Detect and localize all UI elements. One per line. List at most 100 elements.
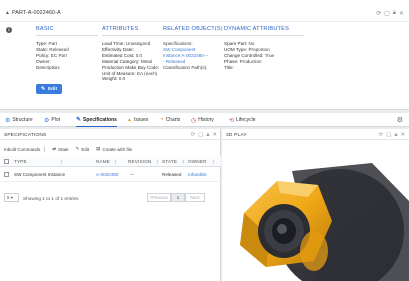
plot-icon: ⚙ (44, 117, 50, 124)
settings-gear-icon[interactable]: ⚙ (397, 116, 403, 124)
col-revision-header[interactable]: REVISION (128, 159, 152, 164)
cell-name-link[interactable]: A-0022460 (96, 172, 118, 177)
3d-play-header: 3D PLAY ⟳ ▢ 🔒︎ ✕ (222, 129, 409, 140)
refresh-icon[interactable]: ⟳ (191, 132, 196, 139)
tab-specifications-label: Specifications (83, 116, 117, 123)
3d-play-window-controls: ⟳ ▢ 🔒︎ ✕ (379, 132, 405, 139)
cell-revision: --- (130, 172, 135, 177)
tab-plot-label: Plot (51, 117, 61, 123)
maximize-icon[interactable]: ▢ (198, 132, 203, 139)
close-icon[interactable]: ✕ (212, 132, 217, 139)
sort-icon[interactable]: ↕ (182, 159, 185, 164)
refresh-icon[interactable]: ⟳ (376, 10, 381, 17)
col-owner-header[interactable]: OWNER (188, 159, 207, 164)
history-icon: ◷ (191, 117, 197, 124)
dynamic-attributes-section: DYNAMIC ATTRIBUTES Spare Part: No UOM Ty… (224, 26, 304, 71)
basic-description: Description: (36, 64, 61, 70)
inbuilt-commands-button[interactable]: Inbuilt Commands (4, 146, 46, 152)
specifications-icon: ✎ (76, 117, 82, 123)
lifecycle-icon: ⟲ (229, 117, 235, 124)
cell-owner-link[interactable]: mhardisk (188, 172, 207, 177)
related-heading: RELATED OBJECT(S) (163, 26, 233, 36)
edit-button-label: Edit (47, 86, 58, 92)
warning-icon: ▲ (127, 117, 132, 123)
tab-history[interactable]: ◷ History (191, 113, 214, 127)
tab-structure[interactable]: ⚙ Structure (5, 113, 33, 127)
dyn-title: Title: (224, 64, 234, 70)
specifications-toolbar: Inbuilt Commands ⇄ State ✎ Edit ▤ Create… (0, 144, 221, 154)
sort-icon[interactable]: ↕ (114, 159, 117, 164)
3d-play-panel: 3D PLAY ⟳ ▢ 🔒︎ ✕ (222, 129, 409, 281)
create-with-file-label: Create with file (102, 146, 133, 152)
tab-specifications[interactable]: ✎ Specifications (76, 113, 117, 127)
maximize-icon[interactable]: ▢ (384, 10, 390, 17)
part-header: ▲ PART-A-0022460-A ⟳ ▢ 🔒︎ ✕ (0, 0, 409, 22)
table-header-row: TYPE ↕ NAME ↕ REVISION ↕ STATE ↕ OWNER ↕ (0, 156, 221, 167)
info-circle-icon: i (6, 27, 12, 33)
tab-bar: ⚙ Structure ⚙ Plot ✎ Specifications ▲ Is… (0, 113, 409, 127)
state-icon: ⇄ (52, 146, 57, 151)
lock-icon[interactable]: 🔒︎ (206, 132, 209, 139)
collapse-caret-icon[interactable]: ▲ (5, 10, 10, 16)
structure-icon: ⚙ (5, 117, 11, 124)
edit-icon: ✎ (75, 146, 80, 151)
3d-play-title: 3D PLAY (226, 133, 247, 138)
maximize-icon[interactable]: ▢ (386, 132, 391, 139)
tab-issues-label: Issues (133, 117, 149, 123)
select-all-checkbox[interactable] (4, 159, 9, 164)
related-classification-label: Classification Path(s): (163, 64, 208, 70)
table-footer: 5 ▾ Showing 1 to 1 of 1 entries Previous… (0, 192, 221, 206)
window-controls: ⟳ ▢ 🔒︎ ✕ (376, 10, 404, 17)
state-button-label: State (58, 146, 69, 152)
row-checkbox[interactable] (4, 172, 9, 177)
lock-icon[interactable]: 🔒︎ (394, 132, 397, 139)
tab-plot[interactable]: ⚙ Plot (44, 113, 60, 127)
tab-charts[interactable]: ◔ Charts (160, 113, 180, 127)
tab-lifecycle-label: Lifecycle (236, 117, 256, 123)
tab-history-label: History (198, 117, 214, 123)
sort-icon[interactable]: ↕ (60, 159, 63, 164)
3d-model-viewport[interactable] (222, 141, 409, 281)
cell-state: Released (162, 172, 182, 177)
col-state-header[interactable]: STATE (162, 159, 177, 164)
edit-button[interactable]: ✎ Edit (36, 84, 62, 94)
specifications-table: TYPE ↕ NAME ↕ REVISION ↕ STATE ↕ OWNER ↕… (0, 156, 221, 182)
specifications-panel: SPECIFICATIONS ⟳ ▢ 🔒︎ ✕ Inbuilt Commands… (0, 129, 221, 281)
pencil-icon: ✎ (40, 86, 45, 92)
related-objects-section: RELATED OBJECT(S) Specifications: SW Com… (163, 26, 233, 71)
tab-structure-label: Structure (12, 117, 33, 123)
entries-info: Showing 1 to 1 of 1 entries (23, 196, 79, 201)
col-name-header[interactable]: NAME (96, 159, 110, 164)
chevron-down-icon: ▾ (10, 195, 14, 200)
attr-weight: Weight: 0.0 (102, 76, 126, 82)
next-page-button[interactable]: Next (185, 193, 205, 202)
page-size-select[interactable]: 5 ▾ (4, 193, 19, 202)
part-panel: ▲ PART-A-0022460-A ⟳ ▢ 🔒︎ ✕ i BASIC Type… (0, 0, 409, 110)
lock-icon[interactable]: 🔒︎ (393, 10, 396, 17)
refresh-icon[interactable]: ⟳ (379, 132, 384, 139)
fitting-model (240, 163, 409, 281)
file-icon: ▤ (96, 146, 101, 151)
col-type-header[interactable]: TYPE (14, 159, 27, 164)
create-with-file-button[interactable]: ▤ Create with file (96, 146, 132, 152)
basic-section: BASIC Type: Part State: Released Policy:… (36, 26, 98, 71)
sort-icon[interactable]: ↕ (212, 159, 215, 164)
tab-issues[interactable]: ▲ Issues (127, 113, 148, 127)
toolbar-edit-label: Edit (81, 146, 90, 152)
specifications-header: SPECIFICATIONS ⟳ ▢ 🔒︎ ✕ (0, 129, 221, 140)
sort-icon[interactable]: ↕ (156, 159, 159, 164)
state-button[interactable]: ⇄ State (52, 146, 68, 152)
tab-charts-label: Charts (165, 117, 181, 123)
previous-page-button[interactable]: Previous (147, 193, 171, 202)
toolbar-divider (44, 146, 46, 152)
specifications-window-controls: ⟳ ▢ 🔒︎ ✕ (191, 132, 217, 139)
charts-icon: ◔ (160, 117, 164, 123)
page-1-button[interactable]: 1 (171, 193, 185, 202)
close-icon[interactable]: ✕ (400, 132, 405, 139)
table-row[interactable]: SW Component Instance A-0022460 --- Rele… (0, 167, 221, 182)
tab-lifecycle[interactable]: ⟲ Lifecycle (229, 113, 255, 127)
close-icon[interactable]: ✕ (399, 10, 404, 17)
toolbar-edit-button[interactable]: ✎ Edit (76, 146, 90, 152)
attributes-heading: ATTRIBUTES (102, 26, 164, 36)
attributes-section: ATTRIBUTES Lead Time: Unassigned Effecti… (102, 26, 164, 82)
